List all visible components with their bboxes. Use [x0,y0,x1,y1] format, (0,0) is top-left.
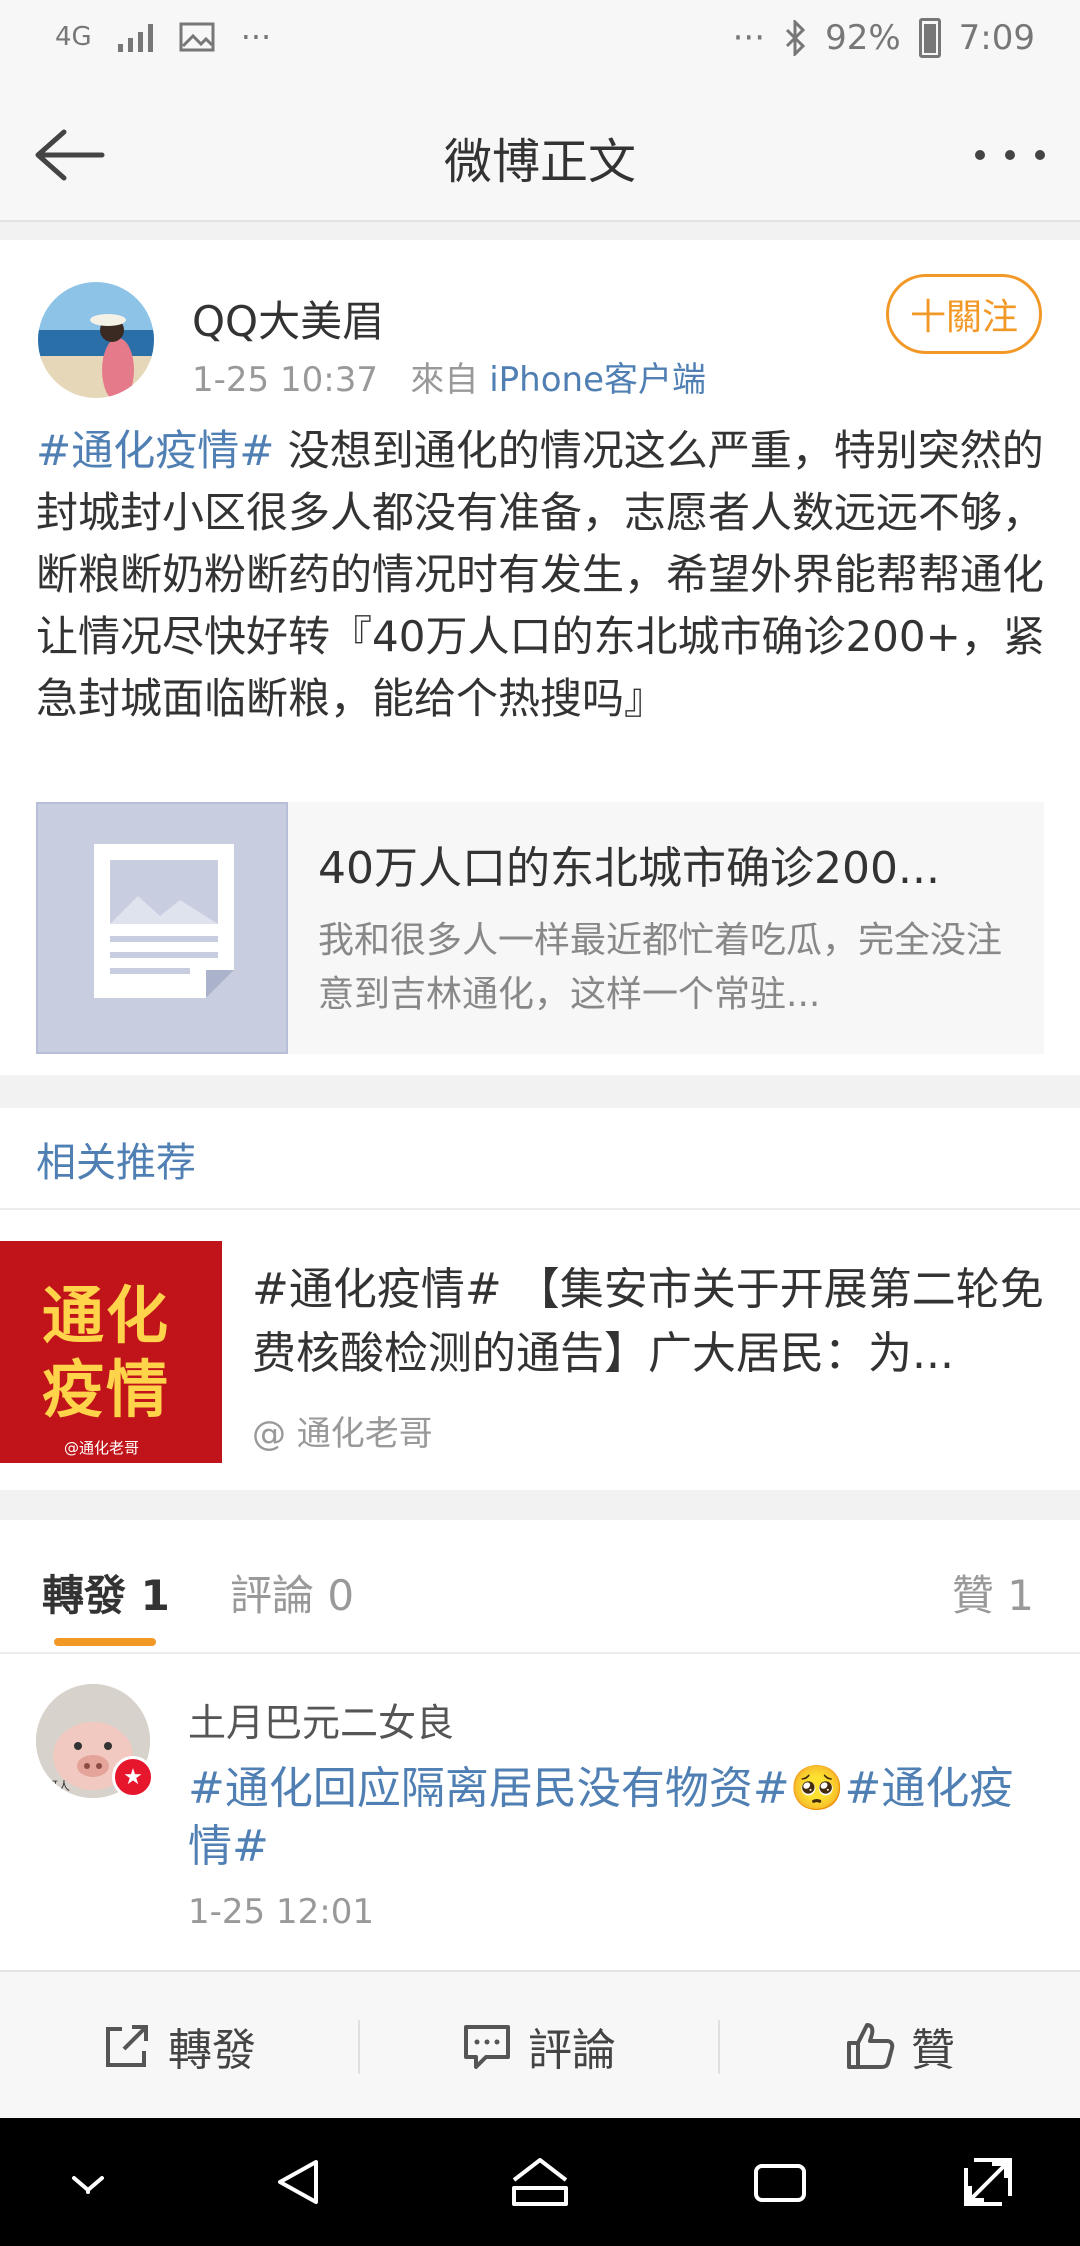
repost-user-name[interactable]: 土月巴元二女良 [188,1692,454,1747]
gallery-icon [179,22,215,52]
post-source[interactable]: iPhone客户端 [489,360,706,400]
repost-label: 轉發 [168,2025,256,2076]
link-card[interactable]: 40万人口的东北城市确诊200... 我和很多人一样最近都忙着吃瓜，完全没注意到… [36,802,1044,1054]
expand-icon[interactable] [962,2156,1014,2208]
pleading-emoji-icon: 🥺 [789,1763,845,1814]
like-button[interactable]: 贊 [720,1972,1080,2120]
more-options-icon[interactable] [970,130,1050,180]
related-author[interactable]: @ 通化老哥 [252,1406,433,1455]
post-meta: 1-25 10:37 來自 iPhone客户端 [192,352,706,401]
post-body: #通化疫情# 没想到通化的情况这么严重，特别突然的封城封小区很多人都没有准备，志… [36,420,1046,730]
status-more-right: ··· [732,18,766,58]
share-icon [106,2025,148,2067]
repost-time: 1-25 12:01 [188,1892,374,1932]
interaction-tabs-section: 轉發 1 評論 0 贊 1 可人 ★ 土月巴元二女良 #通化回应隔离居民没有物资… [0,1520,1080,1970]
related-thumbnail[interactable]: 通化 疫情 @通化老哥 [0,1241,222,1463]
battery-percent: 92% [825,18,901,58]
active-tab-indicator [54,1638,156,1646]
repost-hashtag-1[interactable]: #通化回应隔离居民没有物资# [188,1763,790,1814]
author-name[interactable]: QQ大美眉 [192,288,384,349]
post-card: QQ大美眉 1-25 10:37 來自 iPhone客户端 十關注 #通化疫情#… [0,240,1080,1075]
post-time: 1-25 10:37 [192,360,378,400]
repost-button[interactable]: 轉發 [0,1972,358,2120]
thumbs-up-icon [847,2023,895,2069]
divider [0,1208,1080,1210]
comment-icon [464,2025,510,2069]
clock: 7:09 [958,18,1035,58]
recent-apps-icon[interactable] [752,2156,808,2208]
link-card-title: 40万人口的东北城市确诊200... [318,843,940,894]
like-label: 贊 [911,2025,955,2076]
battery-icon [918,18,941,58]
status-right: ··· 92% 7:09 [733,18,1035,58]
follow-button[interactable]: 十關注 [886,274,1042,354]
signal-icon [117,22,153,52]
related-title[interactable]: #通化疫情# 【集安市关于开展第二轮免费核酸检测的通告】广大居民：为... [252,1258,1052,1386]
status-left: 4G ··· [55,18,271,56]
comment-button[interactable]: 評論 [360,1972,718,2120]
verified-badge-icon: ★ [112,1756,154,1798]
chevron-down-icon[interactable] [64,2156,112,2208]
nav-bar: 微博正文 [0,90,1080,222]
related-section: 相关推荐 通化 疫情 @通化老哥 #通化疫情# 【集安市关于开展第二轮免费核酸检测… [0,1108,1080,1490]
related-heading: 相关推荐 [36,1140,196,1186]
network-indicator: 4G [55,22,92,52]
status-more-left: ··· [240,18,272,56]
post-hashtag[interactable]: #通化疫情# [36,426,274,475]
bottom-action-bar: 轉發 評論 贊 [0,1970,1080,2120]
divider [0,1652,1080,1654]
from-label: 來自 [410,360,479,400]
comment-label: 評論 [528,2025,616,2076]
related-thumbnail-watermark: @通化老哥 [64,1439,140,1457]
bluetooth-icon [786,20,806,56]
back-nav-icon[interactable] [272,2156,324,2208]
status-bar: 4G ··· ··· 92% 7:09 [0,0,1080,90]
link-card-description: 我和很多人一样最近都忙着吃瓜，完全没注意到吉林通化，这样一个常驻... [318,920,1003,1015]
avatar-caption: 可人 [46,1779,70,1793]
author-avatar[interactable] [38,282,154,398]
related-thumbnail-text: 通化 疫情 [42,1279,171,1426]
repost-text: #通化回应隔离居民没有物资#🥺#通化疫情# [188,1760,1048,1876]
tab-likes[interactable]: 贊 1 [952,1562,1034,1623]
tab-reposts[interactable]: 轉發 1 [42,1562,170,1623]
page-title: 微博正文 [443,134,636,190]
system-nav-bar [0,2118,1080,2246]
article-icon [36,802,288,1054]
tab-comments[interactable]: 評論 0 [230,1562,354,1623]
home-icon[interactable] [508,2156,572,2208]
